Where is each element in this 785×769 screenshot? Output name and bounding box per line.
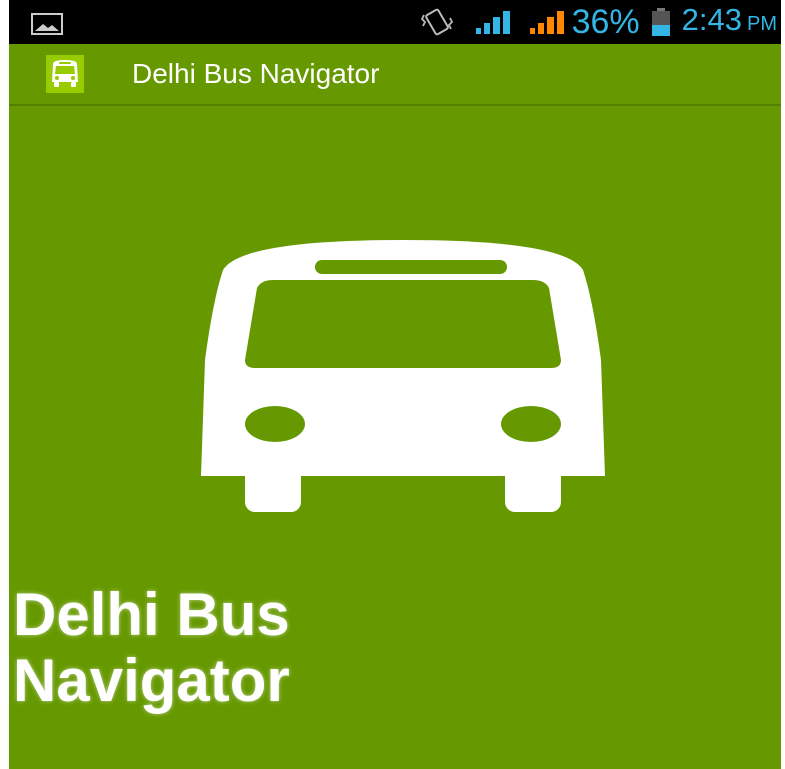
- battery-percent: 36%: [571, 3, 640, 41]
- splash-title-line1: Delhi Bus: [13, 581, 290, 648]
- status-bar: 36% 2:43 PM: [9, 0, 781, 44]
- battery-icon: [651, 8, 670, 36]
- app-screen: 36% 2:43 PM Delhi Bus Navigator Delhi Bu…: [9, 0, 781, 769]
- action-bar: Delhi Bus Navigator: [9, 44, 781, 106]
- signal-icon-sim2: [529, 11, 564, 34]
- splash-title-line2: Navigator: [13, 647, 290, 714]
- signal-icon-sim1: [475, 11, 510, 34]
- vibrate-icon: [420, 8, 453, 36]
- splash-title: Delhi Bus Navigator: [13, 582, 290, 714]
- clock-time: 2:43: [681, 2, 742, 37]
- app-title: Delhi Bus Navigator: [132, 58, 380, 89]
- status-indicators: 36% 2:43 PM: [420, 0, 777, 44]
- bus-icon: [201, 240, 605, 512]
- bus-icon[interactable]: [46, 55, 84, 93]
- status-clock: 2:43 PM: [682, 0, 777, 46]
- picture-icon: [31, 13, 63, 35]
- clock-ampm: PM: [747, 13, 777, 35]
